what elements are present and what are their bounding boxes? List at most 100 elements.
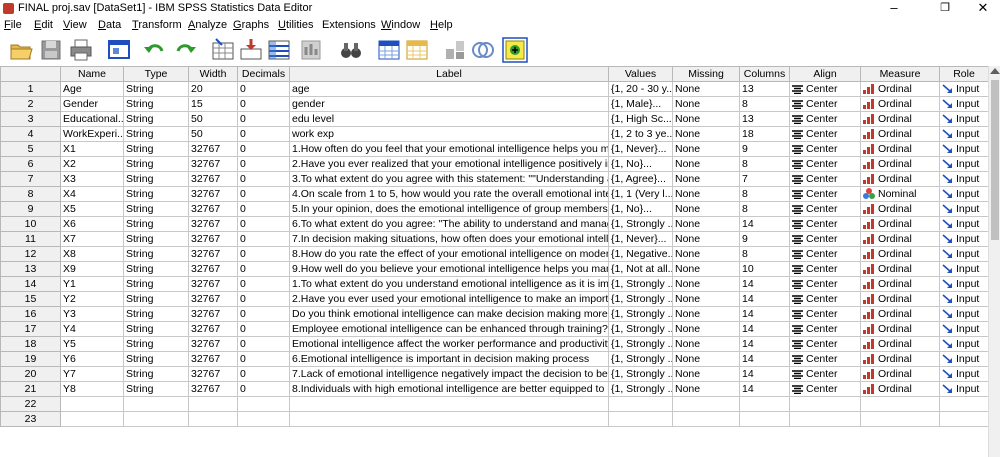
cell-name[interactable]: Y1 xyxy=(60,276,124,292)
cell-values[interactable]: {1, High Sc... xyxy=(608,111,673,127)
cell-role[interactable]: Input xyxy=(939,216,989,232)
cell-columns[interactable]: 10 xyxy=(739,261,790,277)
menu-extensions[interactable]: Extensions xyxy=(322,19,376,31)
cell-values[interactable]: {1, 1 (Very l... xyxy=(608,186,673,202)
cell-values[interactable]: {1, No}... xyxy=(608,156,673,172)
cell-align[interactable] xyxy=(789,411,861,427)
cell-role[interactable]: Input xyxy=(939,246,989,262)
cell-type[interactable]: String xyxy=(123,231,189,247)
cell-label[interactable]: 3.To what extent do you agree with this … xyxy=(289,171,609,187)
cell-type[interactable]: String xyxy=(123,201,189,217)
cell-role[interactable]: Input xyxy=(939,351,989,367)
cell-missing[interactable]: None xyxy=(672,246,740,262)
cell-decimals[interactable]: 0 xyxy=(237,306,290,322)
cell-decimals[interactable]: 0 xyxy=(237,381,290,397)
cell-type[interactable]: String xyxy=(123,111,189,127)
cell-name[interactable]: X9 xyxy=(60,261,124,277)
cell-values[interactable]: {1, Strongly ... xyxy=(608,336,673,352)
cell-values[interactable]: {1, Strongly ... xyxy=(608,351,673,367)
cell-label[interactable]: 6.Emotional intelligence is important in… xyxy=(289,351,609,367)
cell-measure[interactable] xyxy=(860,411,940,427)
run-descriptive-icon[interactable] xyxy=(298,37,324,63)
cell-name[interactable]: Y5 xyxy=(60,336,124,352)
cell-label[interactable]: 7.In decision making situations, how oft… xyxy=(289,231,609,247)
cell-align[interactable]: Center xyxy=(789,216,861,232)
cell-role[interactable]: Input xyxy=(939,231,989,247)
row-number[interactable]: 20 xyxy=(0,366,61,382)
column-header-role[interactable]: Role xyxy=(939,66,989,82)
cell-name[interactable]: Y8 xyxy=(60,381,124,397)
cell-type[interactable]: String xyxy=(123,381,189,397)
cell-name[interactable]: Y6 xyxy=(60,351,124,367)
cell-measure[interactable]: Ordinal xyxy=(860,111,940,127)
column-header-width[interactable]: Width xyxy=(188,66,238,82)
cell-role[interactable]: Input xyxy=(939,261,989,277)
cell-label[interactable]: 5.In your opinion, does the emotional in… xyxy=(289,201,609,217)
cell-name[interactable]: Age xyxy=(60,81,124,97)
cell-type[interactable]: String xyxy=(123,171,189,187)
cell-columns[interactable]: 8 xyxy=(739,96,790,112)
column-header-decimals[interactable]: Decimals xyxy=(237,66,290,82)
cell-width[interactable]: 32767 xyxy=(188,276,238,292)
cell-role[interactable]: Input xyxy=(939,96,989,112)
cell-columns[interactable]: 9 xyxy=(739,231,790,247)
cell-values[interactable]: {1, No}... xyxy=(608,201,673,217)
split-file-icon[interactable] xyxy=(442,37,468,63)
cell-columns[interactable]: 14 xyxy=(739,276,790,292)
open-file-icon[interactable] xyxy=(8,37,34,63)
cell-align[interactable]: Center xyxy=(789,276,861,292)
cell-label[interactable]: 2.Have you ever used your emotional inte… xyxy=(289,291,609,307)
cell-columns[interactable]: 14 xyxy=(739,381,790,397)
cell-values[interactable]: {1, Agree}... xyxy=(608,171,673,187)
cell-label[interactable]: Emotional intelligence affect the worker… xyxy=(289,336,609,352)
cell-label[interactable] xyxy=(289,411,609,427)
cell-columns[interactable]: 8 xyxy=(739,186,790,202)
cell-label[interactable]: 2.Have you ever realized that your emoti… xyxy=(289,156,609,172)
cell-missing[interactable]: None xyxy=(672,96,740,112)
cell-name[interactable]: Gender xyxy=(60,96,124,112)
cell-decimals[interactable]: 0 xyxy=(237,231,290,247)
cell-label[interactable]: 1.How often do you feel that your emotio… xyxy=(289,141,609,157)
cell-decimals[interactable] xyxy=(237,411,290,427)
cell-name[interactable] xyxy=(60,411,124,427)
cell-role[interactable] xyxy=(939,396,989,412)
cell-name[interactable]: Y4 xyxy=(60,321,124,337)
recall-dialog-icon[interactable] xyxy=(106,37,132,63)
cell-missing[interactable]: None xyxy=(672,351,740,367)
cell-name[interactable]: Y3 xyxy=(60,306,124,322)
cell-align[interactable]: Center xyxy=(789,261,861,277)
cell-measure[interactable]: Ordinal xyxy=(860,276,940,292)
row-number[interactable]: 4 xyxy=(0,126,61,142)
find-binoculars-icon[interactable] xyxy=(338,37,364,63)
cell-label[interactable]: 7.Lack of emotional intelligence negativ… xyxy=(289,366,609,382)
cell-values[interactable]: {1, Strongly ... xyxy=(608,276,673,292)
value-labels-icon[interactable] xyxy=(502,37,528,63)
cell-label[interactable]: 1.To what extent do you understand emoti… xyxy=(289,276,609,292)
cell-missing[interactable]: None xyxy=(672,366,740,382)
cell-columns[interactable]: 14 xyxy=(739,351,790,367)
column-header-name[interactable]: Name xyxy=(60,66,124,82)
row-number[interactable]: 23 xyxy=(0,411,61,427)
cell-decimals[interactable]: 0 xyxy=(237,141,290,157)
cell-values[interactable]: {1, Never}... xyxy=(608,141,673,157)
cell-align[interactable] xyxy=(789,396,861,412)
cell-columns[interactable]: 14 xyxy=(739,291,790,307)
cell-missing[interactable]: None xyxy=(672,141,740,157)
cell-name[interactable]: X3 xyxy=(60,171,124,187)
cell-columns[interactable]: 14 xyxy=(739,216,790,232)
cell-values[interactable]: {1, Never}... xyxy=(608,231,673,247)
cell-width[interactable]: 32767 xyxy=(188,216,238,232)
cell-values[interactable]: {1, Strongly ... xyxy=(608,306,673,322)
scroll-thumb[interactable] xyxy=(991,80,999,240)
cell-name[interactable]: X4 xyxy=(60,186,124,202)
menu-transform[interactable]: Transform xyxy=(132,19,182,31)
cell-align[interactable]: Center xyxy=(789,231,861,247)
cell-type[interactable]: String xyxy=(123,336,189,352)
cell-name[interactable]: WorkExperi... xyxy=(60,126,124,142)
row-number[interactable]: 14 xyxy=(0,276,61,292)
cell-type[interactable]: String xyxy=(123,351,189,367)
cell-type[interactable]: String xyxy=(123,276,189,292)
menu-window[interactable]: Window xyxy=(381,19,420,31)
cell-align[interactable]: Center xyxy=(789,156,861,172)
cell-decimals[interactable]: 0 xyxy=(237,366,290,382)
